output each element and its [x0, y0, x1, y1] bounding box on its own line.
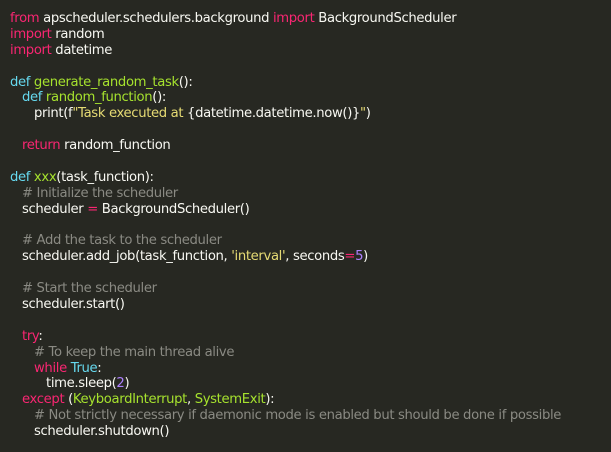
- code-token: :: [97, 360, 102, 376]
- code-token: (: [64, 392, 73, 408]
- code-token: xxx: [33, 169, 57, 185]
- code-line[interactable]: from apscheduler.schedulers.background i…: [10, 11, 611, 27]
- code-token: random_function: [45, 90, 153, 106]
- code-token: 5: [355, 249, 364, 265]
- code-token: # Initialize the scheduler: [22, 185, 178, 201]
- code-token: datetime: [51, 42, 113, 58]
- code-line[interactable]: except (KeyboardInterrupt, SystemExit):: [10, 392, 611, 408]
- code-token: random_function: [60, 138, 171, 154]
- code-token: from: [10, 11, 40, 26]
- code-token: generate_random_task: [33, 74, 179, 90]
- code-line[interactable]: def generate_random_task():: [10, 75, 611, 91]
- code-editor[interactable]: from apscheduler.schedulers.background i…: [0, 0, 611, 452]
- code-line[interactable]: import datetime: [10, 43, 611, 59]
- code-line[interactable]: while True:: [10, 361, 611, 377]
- code-line[interactable]: def random_function():: [10, 90, 611, 106]
- code-token: def: [10, 74, 31, 90]
- code-line[interactable]: [10, 154, 611, 170]
- code-token: import: [10, 26, 52, 42]
- code-token: except: [22, 392, 65, 408]
- code-token: # Start the scheduler: [22, 281, 157, 297]
- code-line[interactable]: # Initialize the scheduler: [10, 186, 611, 202]
- code-token: SystemExit: [194, 392, 266, 408]
- code-line[interactable]: scheduler.shutdown(): [10, 424, 611, 440]
- code-token: try: [22, 328, 39, 344]
- code-token: apscheduler.schedulers.background: [39, 11, 273, 26]
- code-token: :: [38, 328, 43, 344]
- code-line[interactable]: # Start the scheduler: [10, 281, 611, 297]
- code-token: ():: [178, 74, 193, 90]
- code-token: (task_function):: [56, 169, 154, 185]
- code-token: scheduler.add_job(task_function,: [22, 249, 232, 265]
- code-token: random: [51, 26, 105, 42]
- code-line[interactable]: # Add the task to the scheduler: [10, 233, 611, 249]
- code-line[interactable]: [10, 265, 611, 281]
- code-token: return: [22, 138, 61, 154]
- code-token: {datetime.datetime.now()}: [187, 106, 361, 122]
- code-line[interactable]: time.sleep(2): [10, 376, 611, 392]
- code-token: scheduler: [22, 201, 88, 217]
- code-line[interactable]: import random: [10, 27, 611, 43]
- code-token: ):: [265, 392, 275, 408]
- code-token: print(f: [34, 106, 73, 122]
- code-line[interactable]: scheduler.add_job(task_function, 'interv…: [10, 249, 611, 265]
- code-line[interactable]: # Not strictly necessary if daemonic mod…: [10, 408, 611, 424]
- code-line[interactable]: def xxx(task_function):: [10, 170, 611, 186]
- code-token: ): [363, 249, 368, 265]
- code-token: import: [10, 42, 52, 58]
- code-token: def: [10, 169, 31, 185]
- code-token: ): [124, 376, 130, 392]
- code-line[interactable]: try:: [10, 329, 611, 345]
- code-token: scheduler.shutdown(): [34, 424, 170, 440]
- code-token: 'interval': [231, 249, 286, 265]
- code-token: def: [22, 90, 43, 106]
- code-line[interactable]: [10, 59, 611, 75]
- code-token: ,: [187, 392, 195, 408]
- code-token: import: [272, 11, 315, 26]
- code-token: # To keep the main thread alive: [34, 344, 235, 360]
- code-token: KeyboardInterrupt: [72, 392, 187, 408]
- code-token: , seconds: [285, 249, 345, 265]
- code-token: while: [34, 360, 67, 376]
- code-line[interactable]: [10, 313, 611, 329]
- code-line[interactable]: return random_function: [10, 138, 611, 154]
- code-token: # Add the task to the scheduler: [22, 233, 222, 249]
- code-token: scheduler.start(): [22, 297, 125, 313]
- code-token: BackgroundScheduler: [314, 11, 457, 26]
- code-token: time.sleep(: [46, 376, 117, 392]
- code-token: # Not strictly necessary if daemonic mod…: [34, 408, 562, 424]
- code-line[interactable]: # To keep the main thread alive: [10, 345, 611, 361]
- code-token: ():: [152, 90, 166, 106]
- code-token: ): [365, 106, 371, 122]
- code-line[interactable]: scheduler.start(): [10, 297, 611, 313]
- code-token: =: [344, 249, 356, 265]
- code-line[interactable]: [10, 122, 611, 138]
- code-line[interactable]: [10, 218, 611, 234]
- code-line[interactable]: scheduler = BackgroundScheduler(): [10, 202, 611, 218]
- code-token: =: [87, 201, 98, 217]
- code-token: True: [70, 360, 98, 376]
- code-line[interactable]: print(f"Task executed at {datetime.datet…: [10, 106, 611, 122]
- code-token: BackgroundScheduler(): [97, 201, 250, 217]
- code-token: "Task executed at: [72, 106, 188, 122]
